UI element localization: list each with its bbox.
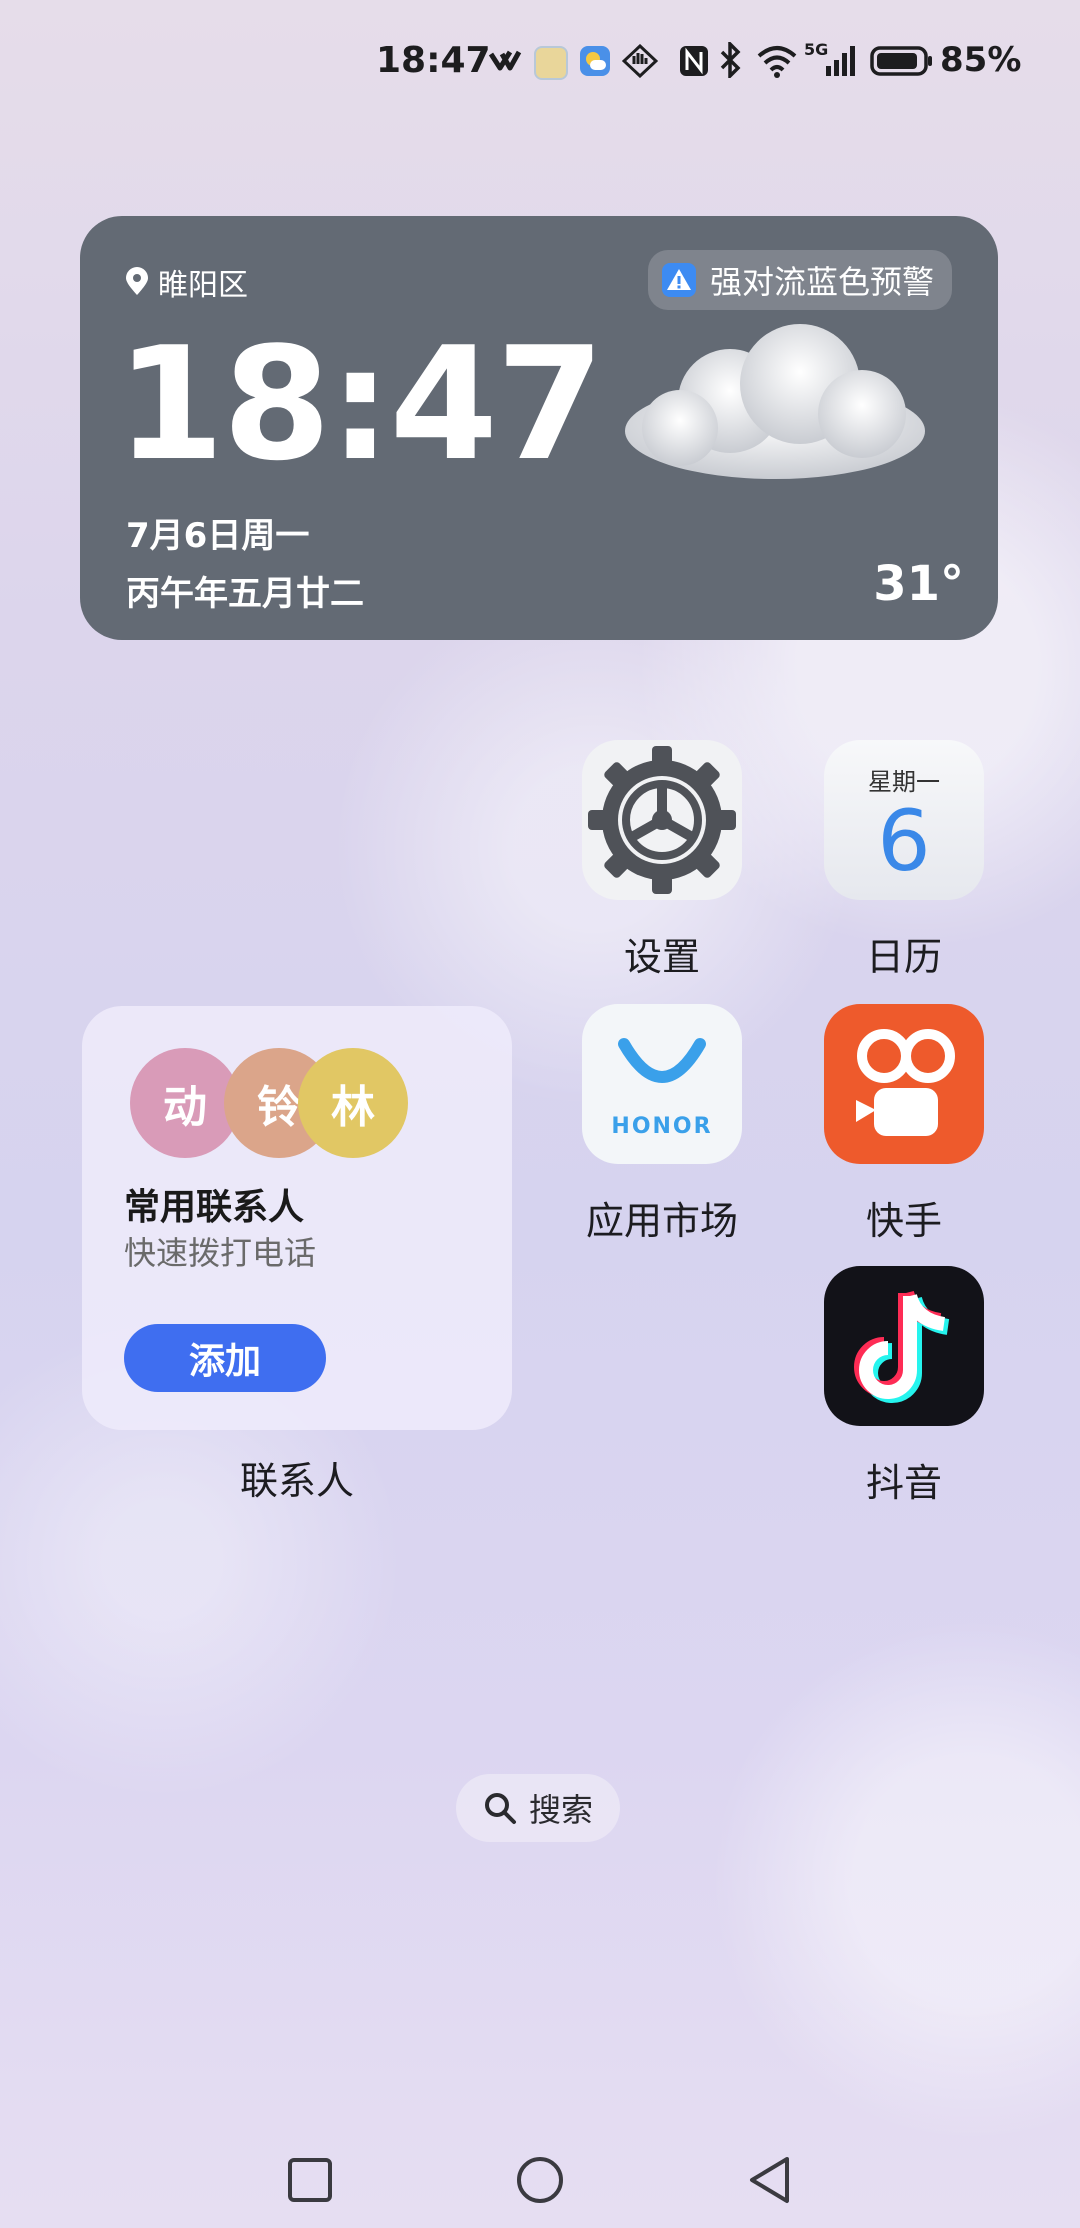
warning-icon — [662, 263, 696, 297]
back-icon[interactable] — [740, 2150, 800, 2210]
date: 7月6日周一 — [126, 516, 310, 556]
app-market[interactable]: HONOR 应用市场 — [582, 1004, 742, 1243]
vpn-icon — [488, 50, 522, 71]
weather-clock-widget[interactable]: 睢阳区 强对流蓝色预警 18:47 7月6日周一 丙午年五月廿二 31° — [80, 216, 998, 640]
weather-alert-badge[interactable]: 强对流蓝色预警 — [648, 250, 953, 310]
search-pill[interactable]: 搜索 — [456, 1774, 620, 1842]
calendar-icon: 星期一 6 — [824, 740, 984, 900]
add-contact-button[interactable]: 添加 — [124, 1324, 326, 1392]
bluetooth-icon — [720, 42, 741, 78]
honor-appmarket-icon: HONOR — [582, 1004, 742, 1164]
contacts-widget-label: 联系人 — [239, 1459, 354, 1503]
weather-alert-text: 强对流蓝色预警 — [710, 263, 935, 301]
home-icon[interactable] — [510, 2150, 570, 2210]
kuaishou-icon — [824, 1004, 984, 1164]
recent-apps-icon[interactable] — [280, 2150, 340, 2210]
app-label: 日历 — [865, 935, 942, 979]
settings-icon — [582, 740, 742, 900]
temperature: 31° — [873, 556, 964, 612]
app-calendar[interactable]: 星期一 6 日历 — [824, 740, 984, 979]
app-label: 抖音 — [865, 1461, 942, 1505]
calendar-day: 6 — [877, 792, 931, 890]
cloud-icon — [625, 324, 925, 479]
brand-text: HONOR — [611, 1114, 713, 1139]
search-label: 搜索 — [528, 1791, 593, 1829]
app-kuaishou[interactable]: 快手 — [824, 1004, 984, 1243]
location-name: 睢阳区 — [158, 268, 248, 303]
app-settings[interactable]: 设置 — [582, 740, 742, 979]
contacts-widget[interactable]: 动 铃 林 常用联系人 快速拨打电话 添加 — [82, 1006, 512, 1430]
status-bar: 18:47 5G 85% — [0, 0, 1080, 120]
app-label: 设置 — [623, 935, 700, 979]
lunar-date: 丙午年五月廿二 — [126, 574, 364, 614]
signal-icon — [826, 46, 855, 76]
contacts-subtitle: 快速拨打电话 — [124, 1234, 317, 1272]
status-time: 18:47 — [376, 40, 491, 81]
battery-icon — [870, 46, 932, 76]
location-pin-icon — [126, 267, 148, 295]
weather-notification-icon — [580, 46, 610, 76]
wifi-icon — [757, 46, 797, 78]
avatar[interactable]: 林 — [298, 1048, 408, 1158]
nfc-icon — [680, 46, 708, 76]
douyin-icon — [824, 1266, 984, 1426]
location: 睢阳区 — [124, 260, 248, 304]
search-icon — [484, 1793, 516, 1824]
contacts-title: 常用联系人 — [124, 1187, 305, 1228]
app-label: 应用市场 — [585, 1199, 738, 1243]
app-notification-icon — [534, 46, 568, 80]
app-douyin[interactable]: 抖音 — [824, 1266, 984, 1505]
battery-percent: 85% — [940, 40, 1022, 80]
clock-time: 18:47 — [116, 313, 605, 495]
hand-icon — [622, 44, 658, 78]
app-label: 快手 — [865, 1199, 942, 1243]
